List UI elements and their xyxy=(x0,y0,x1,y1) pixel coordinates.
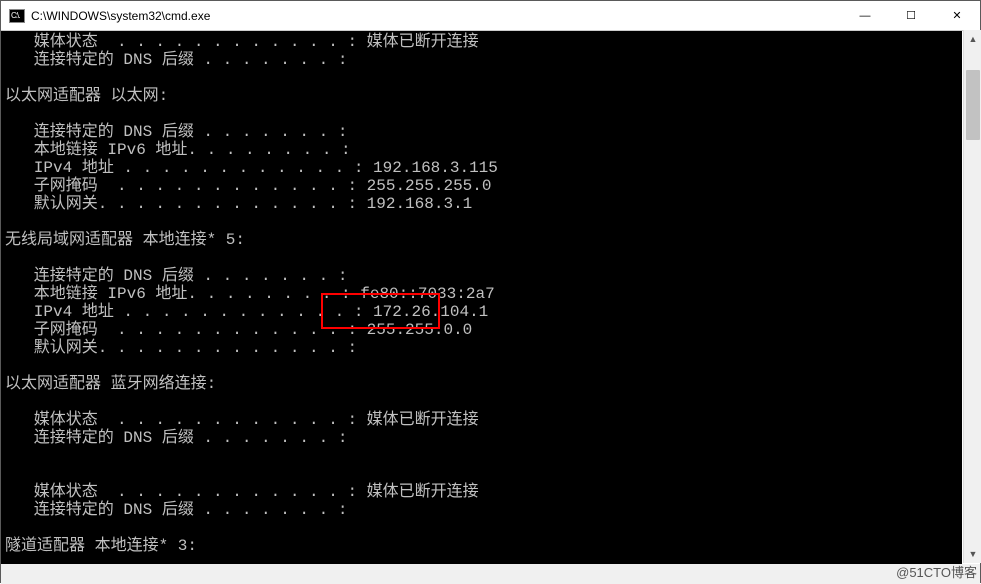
terminal-line xyxy=(5,105,958,123)
terminal-line: 媒体状态 . . . . . . . . . . . . : 媒体已断开连接 xyxy=(5,33,958,51)
terminal-line: 子网掩码 . . . . . . . . . . . . : 255.255.0… xyxy=(5,321,958,339)
terminal-line: 无线局域网适配器 本地连接* 5: xyxy=(5,231,958,249)
terminal-line: 子网掩码 . . . . . . . . . . . . : 255.255.2… xyxy=(5,177,958,195)
terminal-line: IPv4 地址 . . . . . . . . . . . . : 192.16… xyxy=(5,159,958,177)
terminal-line: 连接特定的 DNS 后缀 . . . . . . . : xyxy=(5,51,958,69)
scroll-up-button[interactable]: ▲ xyxy=(964,30,981,48)
titlebar[interactable]: C:\. C:\WINDOWS\system32\cmd.exe — ☐ ✕ xyxy=(1,1,980,31)
terminal-line xyxy=(5,465,958,483)
scroll-down-button[interactable]: ▼ xyxy=(964,545,981,563)
terminal-line: 本地链接 IPv6 地址. . . . . . . . : fe80::7033… xyxy=(5,285,958,303)
terminal-line: 隧道适配器 本地连接* 3: xyxy=(5,537,958,555)
terminal-line: 默认网关. . . . . . . . . . . . . : xyxy=(5,339,958,357)
watermark: @51CTO博客 xyxy=(896,562,977,581)
close-button[interactable]: ✕ xyxy=(934,1,980,30)
maximize-button[interactable]: ☐ xyxy=(888,1,934,30)
terminal-line: 本地链接 IPv6 地址. . . . . . . . : xyxy=(5,141,958,159)
terminal-line xyxy=(5,357,958,375)
terminal-line xyxy=(5,249,958,267)
terminal-line: 媒体状态 . . . . . . . . . . . . : 媒体已断开连接 xyxy=(5,411,958,429)
scroll-thumb[interactable] xyxy=(966,70,980,140)
scrollbar[interactable]: ▲ ▼ xyxy=(963,30,981,563)
terminal-line: 以太网适配器 蓝牙网络连接: xyxy=(5,375,958,393)
status-bar xyxy=(1,564,980,584)
terminal-line xyxy=(5,69,958,87)
terminal-line xyxy=(5,393,958,411)
minimize-button[interactable]: — xyxy=(842,1,888,30)
terminal-line xyxy=(5,519,958,537)
cmd-icon: C:\. xyxy=(9,9,25,23)
terminal-line: 默认网关. . . . . . . . . . . . . : 192.168.… xyxy=(5,195,958,213)
terminal-line: 连接特定的 DNS 后缀 . . . . . . . : xyxy=(5,267,958,285)
terminal-output[interactable]: 媒体状态 . . . . . . . . . . . . : 媒体已断开连接 连… xyxy=(1,31,962,564)
terminal-line: 连接特定的 DNS 后缀 . . . . . . . : xyxy=(5,429,958,447)
terminal-line: 媒体状态 . . . . . . . . . . . . : 媒体已断开连接 xyxy=(5,483,958,501)
terminal-line xyxy=(5,213,958,231)
window-buttons: — ☐ ✕ xyxy=(842,1,980,30)
terminal-line: IPv4 地址 . . . . . . . . . . . . : 172.26… xyxy=(5,303,958,321)
window-title: C:\WINDOWS\system32\cmd.exe xyxy=(31,9,842,23)
terminal-line xyxy=(5,447,958,465)
terminal-line: 以太网适配器 以太网: xyxy=(5,87,958,105)
terminal-line: 连接特定的 DNS 后缀 . . . . . . . : xyxy=(5,123,958,141)
terminal-line: 连接特定的 DNS 后缀 . . . . . . . : xyxy=(5,501,958,519)
